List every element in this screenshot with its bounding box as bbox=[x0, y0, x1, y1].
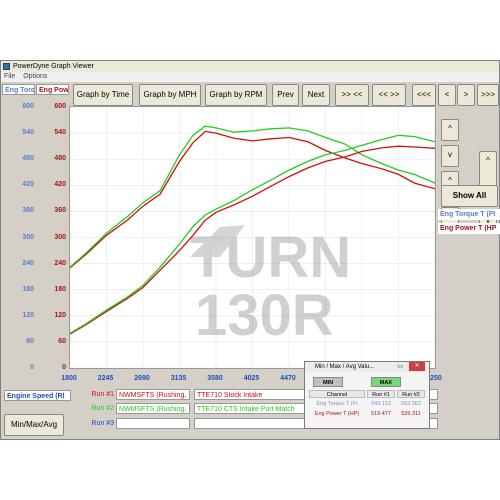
x-tick-label: 3135 bbox=[170, 375, 187, 382]
plot-area[interactable]: TURN 130R bbox=[69, 106, 436, 369]
mma-title: Min / Max / Avg Valu... bbox=[315, 364, 375, 370]
legend-torque[interactable]: Eng Torque T (Ft bbox=[438, 209, 500, 220]
torque-tick-label: 540 bbox=[22, 129, 34, 137]
torque-axis-header: Eng Torq bbox=[2, 84, 35, 95]
mma-header-run1: Run #1 bbox=[367, 390, 395, 398]
power-tick-label: 60 bbox=[58, 337, 66, 345]
graph-by-rpm-button[interactable]: Graph by RPM bbox=[205, 84, 267, 106]
torque-scale-down-button[interactable]: v bbox=[441, 145, 459, 167]
mma-row2-run2: 539.311 bbox=[401, 411, 421, 417]
next-button[interactable]: Next bbox=[302, 84, 330, 106]
power-tick-label: 600 bbox=[54, 103, 66, 110]
fast-back-button[interactable]: << >> bbox=[372, 84, 406, 106]
power-tick-label: 300 bbox=[54, 233, 66, 241]
x-tick-label: 2690 bbox=[134, 375, 150, 382]
last-button[interactable]: >>> bbox=[477, 84, 499, 106]
legend-power[interactable]: Eng Power T (HP bbox=[438, 223, 500, 234]
mma-minimize-icon[interactable]: ▭ bbox=[397, 362, 403, 372]
app-icon bbox=[3, 63, 10, 70]
power-tick-label: 420 bbox=[54, 181, 66, 189]
app-window: PowerDyne Graph Viewer File Options Eng … bbox=[0, 60, 500, 440]
mma-header-channel: Channel bbox=[309, 390, 365, 398]
menu-bar: File Options bbox=[1, 72, 499, 82]
x-tick-label: 3580 bbox=[207, 375, 223, 382]
mma-row1-run2: 562.362 bbox=[401, 401, 421, 407]
mma-close-icon[interactable]: ✕ bbox=[409, 362, 425, 371]
torque-tick-label: 0 bbox=[30, 364, 34, 371]
mma-max-tab[interactable]: MAX bbox=[371, 377, 401, 387]
dyno-chart: TURN 130R bbox=[69, 106, 436, 369]
power-tick-label: 540 bbox=[54, 129, 66, 137]
torque-tick-label: 480 bbox=[22, 155, 34, 163]
show-all-button[interactable]: Show All bbox=[441, 185, 498, 207]
torque-tick-label: 120 bbox=[22, 311, 34, 319]
x-tick-label: 4025 bbox=[243, 375, 260, 382]
min-max-avg-button[interactable]: Min/Max/Avg bbox=[4, 414, 64, 436]
min-max-avg-window: Min / Max / Avg Valu... ▭ ✕ MIN MAX Chan… bbox=[304, 361, 430, 429]
watermark: TURN 130R bbox=[190, 225, 351, 348]
torque-tick-label: 360 bbox=[22, 207, 34, 215]
torque-tick-label: 60 bbox=[26, 337, 34, 345]
torque-tick-label: 240 bbox=[22, 259, 34, 267]
torque-tick-label: 600 bbox=[22, 103, 34, 110]
x-tick-label: 2245 bbox=[97, 375, 114, 382]
mma-title-bar: Min / Max / Avg Valu... ▭ ✕ bbox=[305, 362, 429, 372]
power-tick-label: 120 bbox=[54, 311, 66, 319]
menu-file[interactable]: File bbox=[4, 73, 15, 80]
first-button[interactable]: <<< bbox=[412, 84, 436, 106]
x-tick-label: 4470 bbox=[280, 375, 296, 382]
mma-row2-channel: Eng Power T (HP) bbox=[314, 411, 360, 417]
window-title: PowerDyne Graph Viewer bbox=[13, 63, 94, 70]
mma-row1-run1: 549.113 bbox=[371, 401, 391, 407]
fast-forward-button[interactable]: >> << bbox=[335, 84, 369, 106]
run1-label: Run #1 bbox=[91, 391, 114, 398]
forward-button[interactable]: > bbox=[457, 84, 475, 106]
torque-tick-label: 420 bbox=[22, 181, 34, 189]
prev-button[interactable]: Prev bbox=[272, 84, 299, 106]
x-tick-label: 1800 bbox=[61, 375, 77, 382]
menu-options[interactable]: Options bbox=[23, 73, 47, 80]
x-axis-channel[interactable]: Engine Speed (Rl bbox=[4, 390, 71, 401]
power-axis-header: Eng Powe bbox=[36, 84, 69, 95]
power-tick-label: 240 bbox=[54, 259, 66, 267]
power-tick-label: 0 bbox=[62, 364, 66, 371]
watermark-line2: 130R bbox=[195, 283, 334, 348]
run2-label: Run #2 bbox=[91, 405, 114, 412]
mma-header-run2: Run #2 bbox=[397, 390, 425, 398]
torque-tick-label: 180 bbox=[22, 285, 34, 293]
graph-by-time-button[interactable]: Graph by Time bbox=[73, 84, 133, 106]
watermark-line1: TURN bbox=[190, 225, 351, 290]
run1-file[interactable]: NWMSFTS (Rushing, bbox=[116, 389, 190, 400]
back-button[interactable]: < bbox=[438, 84, 456, 106]
run3-label: Run #3 bbox=[91, 420, 114, 427]
title-bar: PowerDyne Graph Viewer bbox=[1, 61, 499, 72]
power-tick-label: 180 bbox=[54, 285, 66, 293]
run3-file[interactable] bbox=[116, 418, 190, 429]
mma-row2-run1: 519.477 bbox=[371, 411, 391, 417]
power-tick-label: 360 bbox=[54, 207, 66, 215]
graph-by-mph-button[interactable]: Graph by MPH bbox=[139, 84, 201, 106]
torque-tick-label: 300 bbox=[22, 233, 34, 241]
mma-row1-channel: Eng Torque T (Ft bbox=[316, 401, 358, 407]
torque-scale-up-button[interactable]: ^ bbox=[441, 119, 459, 141]
mma-min-tab[interactable]: MIN bbox=[313, 377, 343, 387]
run2-file[interactable]: NWMSFTS (Rushing, bbox=[116, 403, 190, 414]
power-tick-label: 480 bbox=[54, 155, 66, 163]
